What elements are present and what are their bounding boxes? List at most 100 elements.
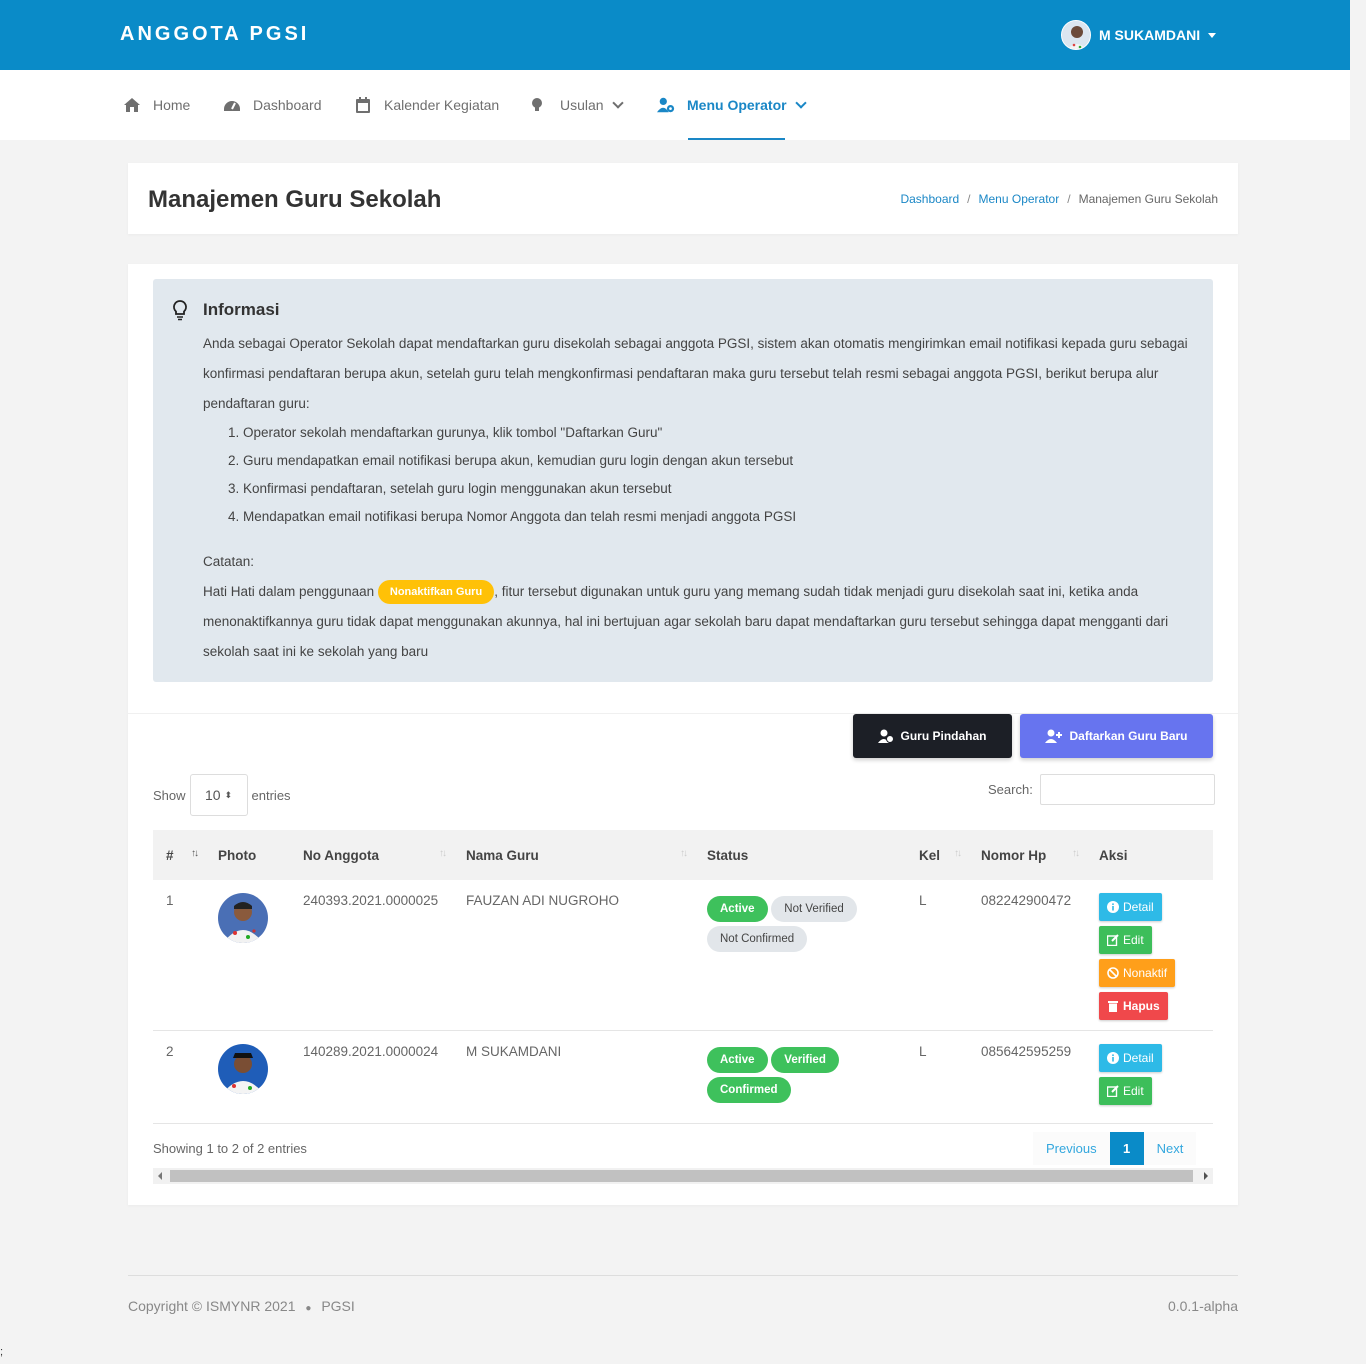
brand-title[interactable]: ANGGOTA PGSI xyxy=(120,23,309,46)
guru-pindahan-label: Guru Pindahan xyxy=(900,729,987,743)
info-title: Informasi xyxy=(203,300,280,319)
footer-divider xyxy=(128,1275,1238,1276)
sort-icon: ↑↓ xyxy=(439,848,447,859)
lightbulb-icon xyxy=(173,300,187,321)
col-status-label: Status xyxy=(707,847,749,863)
col-header-nomor-hp[interactable]: Nomor Hp ↑↓ xyxy=(968,830,1086,880)
horizontal-scrollbar[interactable] xyxy=(153,1168,1213,1184)
info-circle-icon xyxy=(1107,1051,1119,1064)
stray-text: ; xyxy=(0,1346,4,1358)
nav-usulan[interactable]: Usulan xyxy=(530,70,624,140)
top-bar: ANGGOTA PGSI M SUKAMDANI xyxy=(0,0,1350,70)
nonaktif-button[interactable]: Nonaktif xyxy=(1099,959,1176,987)
col-header-status: Status xyxy=(694,830,906,880)
footer-copyright: Copyright © ISMYNR 2021 ● PGSI xyxy=(128,1298,355,1314)
nav-usulan-label: Usulan xyxy=(560,97,604,113)
breadcrumb-separator: / xyxy=(1067,192,1071,206)
nav-menu-operator-label: Menu Operator xyxy=(687,97,787,113)
breadcrumb-menu-operator[interactable]: Menu Operator xyxy=(979,192,1060,206)
entries-control: Show 10 ⬍ entries xyxy=(153,774,291,816)
nav-kalender[interactable]: Kalender Kegiatan xyxy=(354,70,499,140)
nav-dashboard[interactable]: Dashboard xyxy=(223,70,322,140)
lightbulb-icon xyxy=(532,98,542,111)
dot-separator: ● xyxy=(305,1303,312,1314)
nav-dashboard-label: Dashboard xyxy=(253,97,322,113)
entries-select[interactable]: 10 ⬍ xyxy=(189,774,248,816)
col-nomor-hp-label: Nomor Hp xyxy=(981,847,1047,863)
chevron-down-icon xyxy=(794,96,807,109)
pagination: Previous 1 Next xyxy=(1033,1132,1197,1165)
edit-button[interactable]: Edit xyxy=(1099,1076,1152,1105)
col-header-kel[interactable]: Kel ↑↓ xyxy=(906,830,968,880)
info-paragraph: Anda sebagai Operator Sekolah dapat mend… xyxy=(203,336,1188,411)
nav-menu-operator[interactable]: Menu Operator xyxy=(657,70,807,140)
search-label: Search: xyxy=(988,782,1033,797)
breadcrumb-dashboard[interactable]: Dashboard xyxy=(900,192,959,206)
info-circle-icon xyxy=(1107,901,1119,913)
table-row: 1 240393.2021.0000025 FAUZAN ADI NUGROHO… xyxy=(153,880,1213,1030)
hapus-button[interactable]: Hapus xyxy=(1099,992,1168,1020)
nav-home[interactable]: Home xyxy=(123,70,190,140)
sort-select-icon: ⬍ xyxy=(224,789,233,800)
nonaktifkan-badge: Nonaktifkan Guru xyxy=(377,580,495,605)
footer-brand[interactable]: PGSI xyxy=(321,1298,354,1314)
page-1-button[interactable]: 1 xyxy=(1109,1132,1144,1165)
breadcrumb-separator: / xyxy=(967,192,971,206)
col-header-number[interactable]: # ↑↓ xyxy=(153,830,205,880)
cell-nama-guru: FAUZAN ADI NUGROHO xyxy=(466,893,620,908)
step-item: Operator sekolah mendaftarkan gurunya, k… xyxy=(243,419,1193,447)
daftarkan-guru-baru-button[interactable]: Daftarkan Guru Baru xyxy=(1020,714,1213,758)
entries-value: 10 xyxy=(204,787,221,803)
detail-button[interactable]: Detail xyxy=(1099,1043,1162,1072)
cell-kel: L xyxy=(919,893,927,908)
avatar xyxy=(218,893,268,943)
previous-page-button[interactable]: Previous xyxy=(1033,1132,1110,1165)
col-header-nama-guru[interactable]: Nama Guru ↑↓ xyxy=(453,830,694,880)
guru-pindahan-button[interactable]: Guru Pindahan xyxy=(853,714,1012,758)
scroll-left-icon[interactable] xyxy=(158,1172,162,1180)
trash-icon xyxy=(1108,1001,1118,1012)
scrollbar-thumb[interactable] xyxy=(170,1170,1193,1182)
col-header-aksi: Aksi xyxy=(1086,830,1213,880)
step-item: Guru mendapatkan email notifikasi berupa… xyxy=(243,447,1193,475)
nav-kalender-label: Kalender Kegiatan xyxy=(384,97,500,113)
detail-button[interactable]: Detail xyxy=(1099,893,1162,921)
search-input[interactable] xyxy=(1039,774,1215,805)
edit-button[interactable]: Edit xyxy=(1099,926,1152,954)
user-avatar xyxy=(1061,20,1091,50)
table-header-row: # ↑↓ Photo No Anggota ↑↓ Nama Guru ↑↓ Statu… xyxy=(153,830,1213,880)
edit-icon xyxy=(1107,934,1119,946)
breadcrumb: Dashboard / Menu Operator / Manajemen Gu… xyxy=(900,192,1218,206)
status-badge: Active xyxy=(707,896,768,922)
step-item: Mendapatkan email notifikasi berupa Nomo… xyxy=(243,503,1193,531)
caret-down-icon xyxy=(1208,32,1217,38)
edit-label: Edit xyxy=(1123,1083,1144,1098)
cell-status: Active Verified Confirmed xyxy=(694,1030,906,1123)
note-label: Catatan: xyxy=(203,554,255,569)
cell-aksi: Detail Edit Nonaktif Hapus xyxy=(1086,880,1213,1030)
nonaktif-label: Nonaktif xyxy=(1123,966,1168,980)
status-badge: Verified xyxy=(771,1046,839,1073)
home-icon xyxy=(124,98,140,112)
page-header: Manajemen Guru Sekolah Dashboard / Menu … xyxy=(128,163,1238,234)
main-card: Informasi Anda sebagai Operator Sekolah … xyxy=(128,264,1238,1205)
col-nama-guru-label: Nama Guru xyxy=(466,847,539,863)
cell-status: Active Not Verified Not Confirmed xyxy=(694,880,906,1030)
users-cog-icon xyxy=(657,97,675,113)
show-label: Show xyxy=(153,787,186,803)
search-control: Search: xyxy=(988,774,1215,805)
col-no-anggota-label: No Anggota xyxy=(303,847,379,863)
note-text: Hati Hati dalam penggunaan Nonaktifkan G… xyxy=(203,577,1193,667)
col-aksi-label: Aksi xyxy=(1099,847,1128,863)
col-header-no-anggota[interactable]: No Anggota ↑↓ xyxy=(290,830,453,880)
scroll-right-icon[interactable] xyxy=(1204,1172,1208,1180)
col-header-photo: Photo xyxy=(205,830,290,880)
breadcrumb-current: Manajemen Guru Sekolah xyxy=(1078,192,1218,206)
copyright-text: Copyright © ISMYNR 2021 xyxy=(128,1298,296,1314)
user-menu[interactable]: M SUKAMDANI xyxy=(1061,20,1217,50)
status-badge: Confirmed xyxy=(707,1076,791,1103)
sort-icon: ↑↓ xyxy=(191,848,199,859)
next-page-button[interactable]: Next xyxy=(1143,1132,1197,1165)
footer-version: 0.0.1-alpha xyxy=(1167,1298,1238,1314)
col-kel-label: Kel xyxy=(919,847,941,863)
